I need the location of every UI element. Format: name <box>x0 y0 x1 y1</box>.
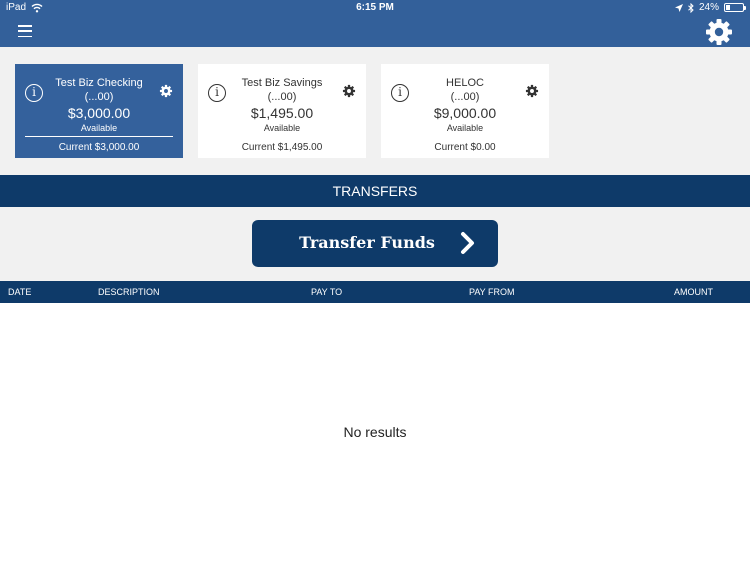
current-balance: Current $0.00 <box>434 142 496 153</box>
clock: 6:15 PM <box>356 2 394 13</box>
account-gear-icon[interactable] <box>525 84 539 98</box>
account-card-savings[interactable]: i Test Biz Savings (...00) $1,495.00 Ava… <box>198 64 366 158</box>
section-title: TRANSFERS <box>0 175 750 207</box>
action-area: Transfer Funds <box>0 207 750 281</box>
transfer-funds-label: Transfer Funds <box>299 233 435 252</box>
card-divider <box>25 136 173 137</box>
available-label: Available <box>446 123 484 133</box>
account-number: (...00) <box>84 91 114 103</box>
account-card-heloc[interactable]: i HELOC (...00) $9,000.00 Available Curr… <box>381 64 549 158</box>
column-header-pay-from[interactable]: PAY FROM <box>469 287 515 297</box>
account-gear-icon[interactable] <box>159 84 173 98</box>
column-header-pay-to[interactable]: PAY TO <box>311 287 342 297</box>
battery-level <box>726 5 731 10</box>
current-balance: Current $3,000.00 <box>58 142 140 153</box>
account-name: Test Biz Savings <box>241 77 323 89</box>
account-name: HELOC <box>446 77 484 89</box>
account-balance: $9,000.00 <box>433 105 497 121</box>
empty-state-message: No results <box>343 424 407 440</box>
column-header-date[interactable]: DATE <box>8 287 31 297</box>
current-balance: Current $1,495.00 <box>241 142 323 153</box>
hamburger-menu-icon[interactable] <box>18 25 32 37</box>
account-card-checking[interactable]: i Test Biz Checking (...00) $3,000.00 Av… <box>15 64 183 158</box>
bluetooth-icon <box>688 2 694 13</box>
transfers-results: No results <box>0 303 750 562</box>
status-right: 24% <box>674 2 746 13</box>
battery-percent: 24% <box>698 2 719 13</box>
settings-gear-icon[interactable] <box>704 17 734 47</box>
chevron-right-icon <box>461 232 474 254</box>
account-balance: $1,495.00 <box>250 105 314 121</box>
column-header-amount[interactable]: AMOUNT <box>674 287 713 297</box>
transfer-funds-button[interactable]: Transfer Funds <box>252 220 498 267</box>
account-name: Test Biz Checking <box>55 77 143 89</box>
column-header-description[interactable]: DESCRIPTION <box>98 287 160 297</box>
battery-icon <box>724 3 746 12</box>
account-cards-strip: i Test Biz Checking (...00) $3,000.00 Av… <box>0 47 750 175</box>
nav-bar <box>0 16 750 47</box>
account-number: (...00) <box>267 91 297 103</box>
account-balance: $3,000.00 <box>67 105 131 121</box>
available-label: Available <box>80 123 118 133</box>
transfers-table-header: DATE DESCRIPTION PAY TO PAY FROM AMOUNT <box>0 281 750 303</box>
account-gear-icon[interactable] <box>342 84 356 98</box>
location-arrow-icon <box>674 3 683 12</box>
available-label: Available <box>263 123 301 133</box>
status-bar: iPad 6:15 PM 24% <box>0 0 750 16</box>
account-number: (...00) <box>450 91 480 103</box>
